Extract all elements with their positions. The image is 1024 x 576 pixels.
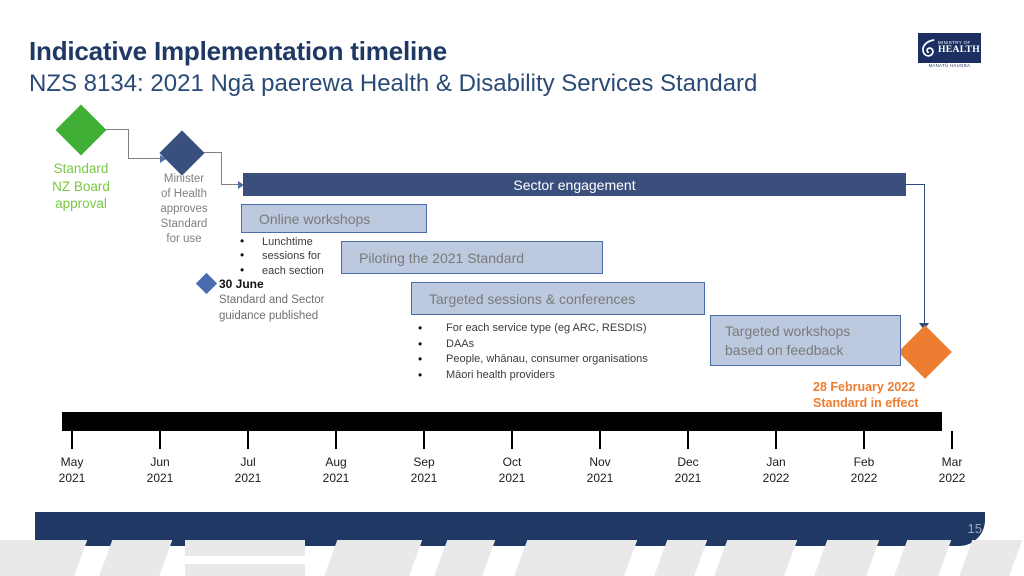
bar-sector-engagement[interactable]: Sector engagement bbox=[243, 173, 906, 196]
tick-month: Oct bbox=[502, 455, 522, 469]
timeline-tick-label: Dec 2021 bbox=[653, 454, 723, 486]
connector-bar-right bbox=[906, 184, 925, 186]
targeted-workshops-line-1: Targeted workshops bbox=[725, 322, 851, 339]
slide-canvas: Indicative Implementation timeline NZS 8… bbox=[0, 0, 1024, 576]
timeline-tick-label: May 2021 bbox=[37, 454, 107, 486]
tick-month: Dec bbox=[677, 455, 699, 469]
tick-year: 2022 bbox=[938, 471, 966, 486]
label-minister-of-health-approves: Minister of Health approves Standard for… bbox=[160, 173, 208, 245]
slide-number: 15 bbox=[967, 521, 982, 536]
note-lunchtime-sessions: Lunchtime sessions for each section bbox=[238, 234, 343, 279]
timeline-tick-label: Feb 2022 bbox=[829, 454, 899, 486]
timeline-tick bbox=[423, 431, 425, 449]
milestone-diamond-navy bbox=[159, 130, 205, 176]
milestone-diamond-30-june bbox=[195, 272, 218, 295]
timeline-tick bbox=[71, 431, 73, 449]
timeline-tick bbox=[159, 431, 161, 449]
lunchtime-line-3: each section bbox=[238, 263, 343, 279]
tick-month: Jun bbox=[150, 455, 170, 469]
timeline-tick-label: Sep 2021 bbox=[389, 454, 459, 486]
logo-sub-text: MANATŪ HAUORA bbox=[928, 63, 971, 68]
targeted-bullet-2: DAAs bbox=[418, 336, 648, 353]
box-targeted-sessions-conferences[interactable]: Targeted sessions & conferences bbox=[411, 282, 705, 315]
timeline-tick-label: Aug 2021 bbox=[301, 454, 371, 486]
timeline-tick-label: Jul 2021 bbox=[213, 454, 283, 486]
label-30-june-description: Standard and Sector guidance published bbox=[219, 294, 325, 322]
koru-icon bbox=[921, 38, 936, 58]
targeted-bullet-4: Māori health providers bbox=[418, 367, 648, 384]
timeline-axis-bar bbox=[62, 412, 942, 431]
tick-month: Nov bbox=[589, 455, 611, 469]
lunchtime-text-2: sessions for bbox=[262, 250, 321, 263]
box-targeted-workshops-feedback[interactable]: Targeted workshops based on feedback bbox=[710, 315, 901, 366]
caption-description: Standard in effect bbox=[813, 396, 919, 411]
timeline-tick bbox=[775, 431, 777, 449]
footer-watermark bbox=[0, 536, 1024, 576]
page-title: Indicative Implementation timeline NZS 8… bbox=[29, 36, 757, 99]
tick-year: 2022 bbox=[762, 471, 790, 486]
milestone-diamond-orange bbox=[898, 325, 952, 379]
lunchtime-text-3: each section bbox=[262, 264, 324, 277]
timeline-tick-label: Oct 2021 bbox=[477, 454, 547, 486]
tick-month: Sep bbox=[413, 455, 435, 469]
timeline-tick-label: Mar 2022 bbox=[917, 454, 987, 486]
targeted-bullet-3: People, whānau, consumer organisations bbox=[418, 351, 648, 368]
tick-month: Jan bbox=[766, 455, 786, 469]
timeline-tick-label: Nov 2021 bbox=[565, 454, 635, 486]
tick-month: May bbox=[60, 455, 84, 469]
lunchtime-line-2: sessions for bbox=[238, 248, 343, 264]
tick-month: Aug bbox=[325, 455, 347, 469]
milestone-diamond-green bbox=[55, 104, 107, 156]
tick-month: Mar bbox=[941, 455, 963, 469]
timeline-tick bbox=[511, 431, 513, 449]
targeted-bullet-1: For each service type (eg ARC, RESDIS) bbox=[418, 320, 648, 337]
targeted-workshops-line-2: based on feedback bbox=[725, 341, 844, 358]
caption-date: 28 February 2022 bbox=[813, 380, 916, 394]
ministry-of-health-logo: MINISTRY OF HEALTH bbox=[918, 33, 981, 63]
tick-year: 2021 bbox=[586, 471, 614, 486]
timeline-tick-label: Jun 2021 bbox=[125, 454, 195, 486]
box-online-workshops[interactable]: Online workshops bbox=[241, 204, 427, 233]
title-line-1: Indicative Implementation timeline bbox=[29, 36, 447, 66]
timeline-tick bbox=[687, 431, 689, 449]
caption-standard-in-effect: 28 February 2022 Standard in effect bbox=[813, 379, 919, 412]
lunchtime-line-1: Lunchtime bbox=[238, 234, 343, 250]
timeline-tick bbox=[599, 431, 601, 449]
timeline-tick bbox=[951, 431, 953, 449]
logo-wordmark: MINISTRY OF HEALTH bbox=[938, 40, 980, 56]
tick-year: 2021 bbox=[234, 471, 262, 486]
logo-line-2: HEALTH bbox=[938, 44, 980, 56]
tick-year: 2021 bbox=[674, 471, 702, 486]
label-standard-nz-board-approval: Standard NZ Board approval bbox=[52, 161, 110, 212]
tick-year: 2022 bbox=[850, 471, 878, 486]
tick-year: 2021 bbox=[322, 471, 350, 486]
tick-year: 2021 bbox=[498, 471, 526, 486]
tick-year: 2021 bbox=[58, 471, 86, 486]
note-targeted-session-bullets: For each service type (eg ARC, RESDIS) D… bbox=[418, 320, 648, 384]
tick-month: Feb bbox=[853, 455, 875, 469]
tick-year: 2021 bbox=[146, 471, 174, 486]
label-30-june-date: 30 June bbox=[219, 277, 264, 291]
tick-month: Jul bbox=[240, 455, 256, 469]
timeline-tick-label: Jan 2022 bbox=[741, 454, 811, 486]
connector-bar-down bbox=[923, 184, 925, 325]
connector-green-down bbox=[128, 129, 130, 159]
tick-year: 2021 bbox=[410, 471, 438, 486]
timeline-tick bbox=[863, 431, 865, 449]
timeline-tick bbox=[247, 431, 249, 449]
timeline-tick bbox=[335, 431, 337, 449]
title-line-2: NZS 8134: 2021 Ngā paerewa Health & Disa… bbox=[29, 70, 758, 97]
box-piloting-2021-standard[interactable]: Piloting the 2021 Standard bbox=[341, 241, 603, 274]
